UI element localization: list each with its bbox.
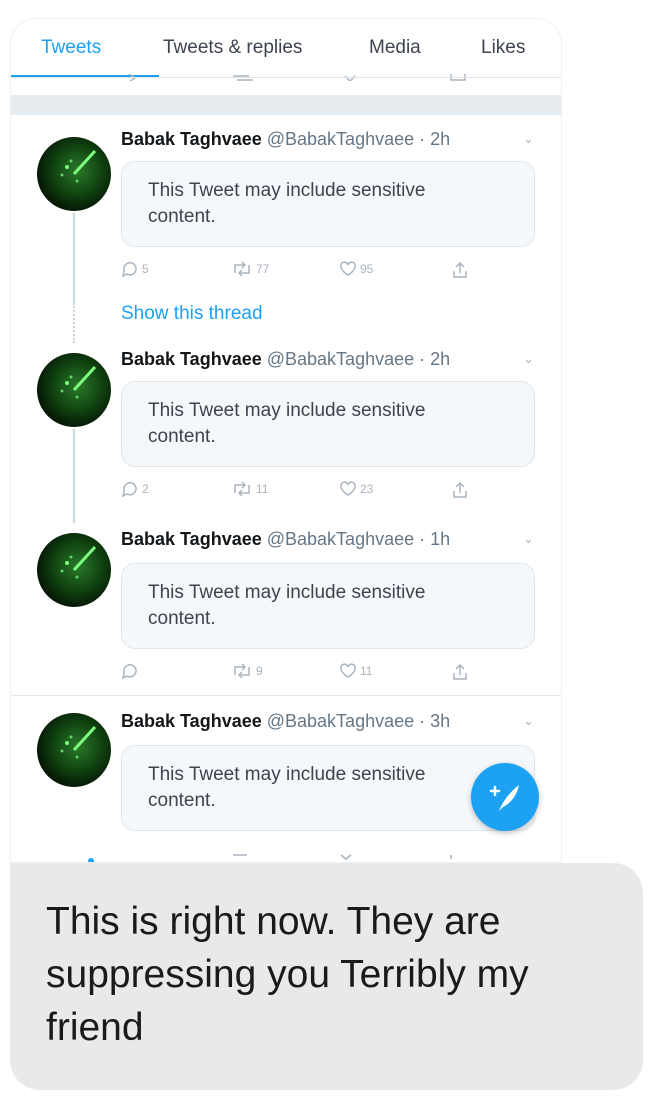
user-handle[interactable]: @BabakTaghvaee bbox=[267, 129, 414, 149]
tweet-header: Babak Taghvaee @BabakTaghvaee · 2h bbox=[121, 129, 451, 149]
heart-icon bbox=[340, 481, 356, 496]
clipped-icons bbox=[88, 854, 452, 862]
like-button[interactable]: 95 bbox=[339, 261, 373, 277]
like-count: 23 bbox=[360, 482, 374, 496]
message-text: This is right now. They are suppressing … bbox=[46, 900, 529, 1049]
like-count: 11 bbox=[360, 664, 373, 678]
retweet-button[interactable]: 9 bbox=[231, 663, 263, 679]
reply-button[interactable] bbox=[121, 663, 142, 679]
reply-icon bbox=[121, 664, 137, 679]
radar-image bbox=[60, 545, 97, 579]
sensitive-content-text: This Tweet may include sensitive content… bbox=[148, 180, 426, 227]
retweet-icon bbox=[234, 261, 250, 277]
display-name[interactable]: Babak Taghvaee bbox=[121, 129, 262, 149]
avatar[interactable] bbox=[37, 533, 111, 607]
like-button[interactable]: 23 bbox=[339, 481, 373, 497]
heart-icon bbox=[340, 261, 356, 276]
display-name[interactable]: Babak Taghvaee bbox=[121, 529, 262, 549]
retweet-icon bbox=[234, 481, 250, 497]
reply-icon bbox=[121, 482, 137, 497]
display-name[interactable]: Babak Taghvaee bbox=[121, 711, 262, 731]
retweet-count: 11 bbox=[256, 482, 269, 496]
tweet-actions: 5 77 95 bbox=[121, 261, 481, 283]
radar-image bbox=[60, 725, 97, 759]
user-handle[interactable]: @BabakTaghvaee bbox=[267, 349, 414, 369]
user-handle[interactable]: @BabakTaghvaee bbox=[267, 529, 414, 549]
sensitive-content-text: This Tweet may include sensitive content… bbox=[148, 764, 426, 811]
tweet-time: 2h bbox=[430, 129, 451, 149]
retweet-button[interactable]: 11 bbox=[231, 481, 268, 497]
user-handle[interactable]: @BabakTaghvaee bbox=[267, 711, 414, 731]
share-icon bbox=[453, 481, 467, 498]
avatar[interactable] bbox=[37, 137, 111, 211]
like-count: 95 bbox=[360, 262, 374, 276]
sensitive-content-text: This Tweet may include sensitive content… bbox=[148, 582, 426, 629]
twitter-screenshot: Tweets Tweets & replies Media Likes Baba… bbox=[10, 18, 562, 863]
share-icon bbox=[453, 261, 467, 278]
share-icon bbox=[453, 663, 467, 680]
thread-dotted-line bbox=[73, 303, 77, 343]
reply-button[interactable]: 2 bbox=[121, 481, 149, 497]
chevron-down-icon[interactable]: ⌄ bbox=[523, 351, 534, 367]
retweet-icon bbox=[234, 663, 250, 679]
tweet-time: 2h bbox=[430, 349, 451, 369]
retweet-count: 9 bbox=[256, 664, 263, 678]
tweet-header: Babak Taghvaee @BabakTaghvaee · 3h bbox=[121, 711, 451, 731]
heart-icon bbox=[340, 663, 356, 678]
avatar[interactable] bbox=[37, 713, 111, 787]
tweet-divider bbox=[11, 695, 561, 696]
chevron-down-icon[interactable]: ⌄ bbox=[523, 531, 534, 547]
radar-image bbox=[60, 365, 97, 399]
share-button[interactable] bbox=[451, 481, 469, 499]
reply-button[interactable]: 5 bbox=[121, 261, 149, 277]
sensitive-content-notice[interactable]: This Tweet may include sensitive content… bbox=[121, 161, 535, 247]
message-bubble: This is right now. They are suppressing … bbox=[10, 863, 643, 1090]
tweet-actions: 2 11 23 bbox=[121, 481, 481, 503]
display-name[interactable]: Babak Taghvaee bbox=[121, 349, 262, 369]
thread-line bbox=[73, 429, 75, 523]
avatar[interactable] bbox=[37, 353, 111, 427]
reply-count: 2 bbox=[142, 482, 149, 496]
tweet-header: Babak Taghvaee @BabakTaghvaee · 2h bbox=[121, 349, 451, 369]
compose-tweet-button[interactable] bbox=[471, 763, 539, 831]
reply-icon bbox=[121, 262, 137, 277]
tweet-time: 3h bbox=[430, 711, 451, 731]
retweet-count: 77 bbox=[256, 262, 270, 276]
sensitive-content-notice[interactable]: This Tweet may include sensitive content… bbox=[121, 381, 535, 467]
profile-tabs: Tweets Tweets & replies Media Likes bbox=[11, 19, 561, 78]
tab-media[interactable]: Media bbox=[369, 37, 421, 59]
tab-tweets[interactable]: Tweets bbox=[41, 37, 101, 59]
sensitive-content-notice[interactable]: This Tweet may include sensitive content… bbox=[121, 563, 535, 649]
tab-likes[interactable]: Likes bbox=[481, 37, 525, 59]
clipped-action-row bbox=[11, 849, 561, 862]
chevron-down-icon[interactable]: ⌄ bbox=[523, 131, 534, 147]
compose-tweet-icon bbox=[489, 785, 519, 811]
retweet-button[interactable]: 77 bbox=[231, 261, 269, 277]
share-button[interactable] bbox=[451, 261, 469, 279]
tweet-time: 1h bbox=[430, 529, 451, 549]
like-button[interactable]: 11 bbox=[339, 663, 372, 679]
chevron-down-icon[interactable]: ⌄ bbox=[523, 713, 534, 729]
tabs-divider bbox=[11, 77, 561, 78]
reply-count: 5 bbox=[142, 262, 149, 276]
radar-image bbox=[60, 149, 97, 183]
tweet-header: Babak Taghvaee @BabakTaghvaee · 1h bbox=[121, 529, 451, 549]
thread-line bbox=[73, 213, 75, 303]
section-separator bbox=[11, 95, 561, 115]
show-thread-link[interactable]: Show this thread bbox=[121, 303, 263, 325]
tweet-actions: 9 11 bbox=[121, 663, 481, 685]
share-button[interactable] bbox=[451, 663, 469, 681]
tab-tweets-and-replies[interactable]: Tweets & replies bbox=[163, 37, 302, 59]
sensitive-content-text: This Tweet may include sensitive content… bbox=[148, 400, 426, 447]
